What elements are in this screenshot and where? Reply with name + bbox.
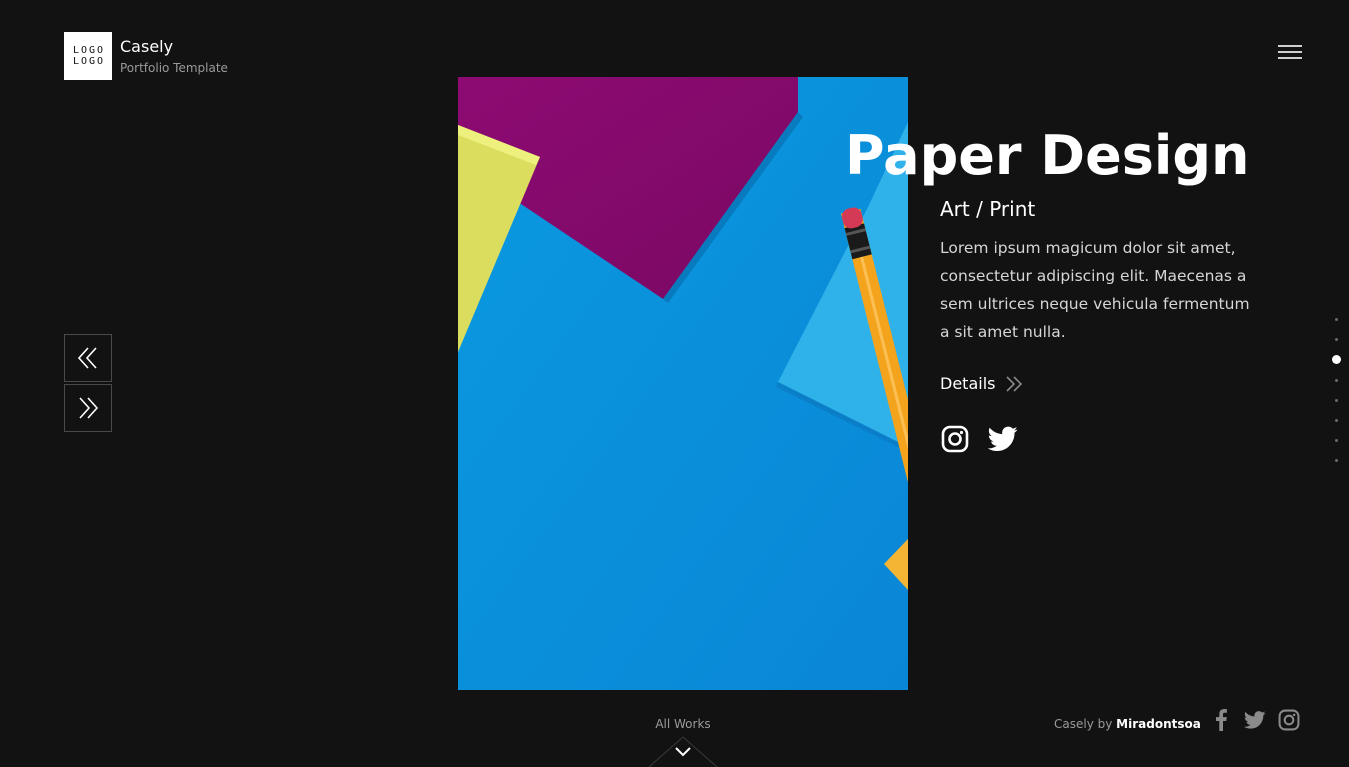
double-chevron-right-icon	[1006, 375, 1023, 392]
project-title: Paper Design	[845, 124, 1250, 187]
footer-social-links	[1210, 708, 1300, 732]
instagram-icon[interactable]	[940, 424, 970, 454]
hamburger-menu-icon[interactable]	[1278, 44, 1302, 60]
paper-design-illustration	[458, 77, 908, 690]
project-image[interactable]	[458, 77, 908, 690]
pagination-dot[interactable]	[1334, 378, 1338, 382]
pagination-dot-active[interactable]	[1331, 355, 1341, 364]
details-link[interactable]: Details	[940, 374, 1023, 393]
credit-prefix: Casely by	[1054, 717, 1113, 731]
pagination-dot[interactable]	[1334, 398, 1338, 402]
logo[interactable]: LOGO LOGO	[64, 32, 112, 80]
project-category: Art / Print	[940, 197, 1036, 221]
project-description: Lorem ipsum magicum dolor sit amet, cons…	[940, 239, 1250, 341]
pagination-dot[interactable]	[1334, 418, 1338, 422]
credit-author[interactable]: Miradontsoa	[1116, 717, 1201, 731]
instagram-icon[interactable]	[1278, 708, 1300, 732]
logo-text-line: LOGO	[72, 45, 106, 56]
pagination-dot[interactable]	[1334, 458, 1338, 462]
next-project-button[interactable]	[64, 384, 112, 432]
facebook-icon[interactable]	[1210, 708, 1232, 732]
twitter-icon[interactable]	[1244, 708, 1266, 732]
project-social-links	[940, 424, 1018, 454]
brand-subtitle: Portfolio Template	[120, 61, 228, 75]
twitter-icon[interactable]	[988, 424, 1018, 454]
details-label: Details	[940, 374, 996, 393]
logo-text-line: LOGO	[72, 56, 106, 67]
pagination-dot[interactable]	[1334, 317, 1338, 321]
pagination-dot[interactable]	[1334, 438, 1338, 442]
double-chevron-right-icon	[79, 397, 99, 419]
slide-pagination	[1330, 309, 1342, 470]
all-works-toggle[interactable]	[648, 736, 718, 767]
previous-project-button[interactable]	[64, 334, 112, 382]
pagination-dot[interactable]	[1334, 337, 1338, 341]
double-chevron-left-icon	[77, 347, 97, 369]
brand-name[interactable]: Casely	[120, 37, 173, 56]
footer-credit: Casely by Miradontsoa	[1054, 717, 1201, 731]
